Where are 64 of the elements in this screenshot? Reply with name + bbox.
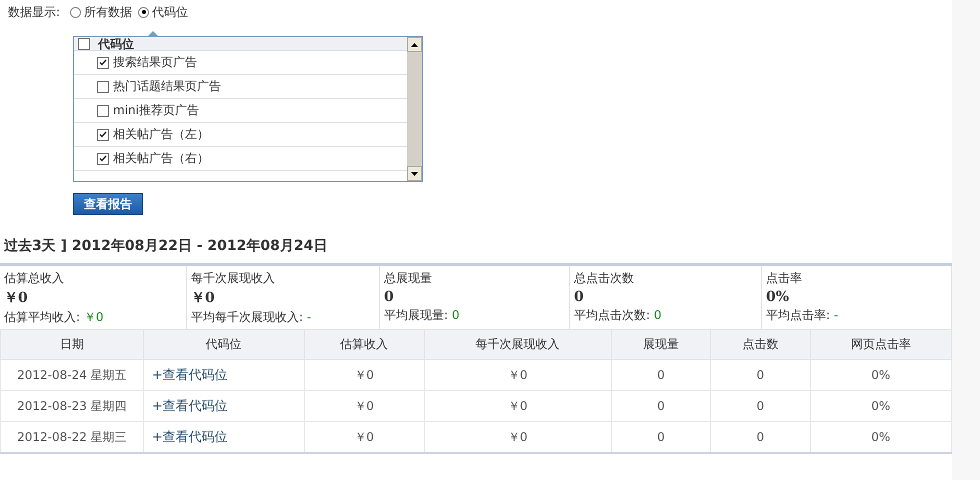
column-header: 估算收入 bbox=[304, 330, 424, 360]
radio-icon[interactable] bbox=[138, 6, 150, 18]
average-label: 平均点击率: bbox=[766, 308, 830, 322]
metric-value: ￥0 bbox=[191, 289, 216, 307]
checkbox[interactable] bbox=[97, 80, 109, 92]
metric-value: 0 bbox=[574, 289, 585, 305]
item-label: 搜索结果页广告 bbox=[113, 54, 197, 71]
radio-option[interactable]: 所有数据 bbox=[70, 4, 132, 20]
column-header: 每千次展现收入 bbox=[424, 330, 612, 360]
average-value: - bbox=[834, 308, 838, 322]
column-header: 日期 bbox=[0, 330, 144, 360]
scroll-down-icon[interactable] bbox=[411, 172, 418, 176]
column-header: 代码位 bbox=[143, 330, 304, 360]
item-label: 热门话题结果页广告 bbox=[113, 78, 221, 95]
table-cell: 0 bbox=[611, 360, 711, 390]
average-label: 平均点击次数: bbox=[574, 308, 650, 322]
table-cell: 0 bbox=[710, 390, 810, 422]
table-cell: ￥0 bbox=[424, 390, 612, 422]
period-title: 过去3天 ] 2012年08月22日 - 2012年08月24日 bbox=[4, 237, 328, 256]
checkbox[interactable] bbox=[97, 104, 109, 116]
average-label: 平均每千次展现收入: bbox=[191, 310, 304, 324]
item-label: mini推荐页广告 bbox=[113, 102, 199, 119]
group-label: 代码位 bbox=[98, 38, 134, 50]
column-header: 点击数 bbox=[710, 330, 810, 360]
view-report-button[interactable]: 查看报告 bbox=[73, 193, 143, 215]
metric-value: 0 bbox=[384, 289, 395, 305]
table-cell: 2012-08-24 星期五 bbox=[0, 360, 144, 390]
item-label: 相关帖广告（左） bbox=[113, 126, 209, 143]
metric-label: 点击率 bbox=[766, 270, 803, 287]
table-cell: 2012-08-22 星期三 bbox=[0, 422, 144, 453]
radio-option[interactable]: 代码位 bbox=[138, 4, 188, 20]
table-cell: 0% bbox=[810, 360, 952, 390]
average-value: ￥0 bbox=[84, 310, 104, 324]
radio-icon[interactable] bbox=[70, 6, 82, 18]
average-value: 0 bbox=[654, 308, 662, 322]
metric-value: ￥0 bbox=[4, 289, 29, 307]
item-label: 相关帖广告（右） bbox=[113, 150, 209, 167]
metric-value: 0% bbox=[766, 289, 790, 305]
radio-label: 代码位 bbox=[152, 4, 188, 20]
column-header: 网页点击率 bbox=[810, 330, 952, 360]
metric-label: 总点击次数 bbox=[574, 270, 635, 287]
checkbox[interactable] bbox=[97, 56, 109, 68]
metric-label: 估算总收入 bbox=[4, 270, 65, 287]
average-label: 估算平均收入: bbox=[4, 310, 80, 324]
average-value: - bbox=[306, 310, 312, 324]
checkbox[interactable] bbox=[97, 128, 109, 140]
scroll-up-icon[interactable] bbox=[411, 42, 418, 46]
table-cell: ￥0 bbox=[304, 390, 424, 422]
table-cell: 0 bbox=[611, 390, 711, 422]
metric-label: 每千次展现收入 bbox=[191, 270, 276, 287]
radio-label: 所有数据 bbox=[84, 4, 132, 20]
checkbox[interactable] bbox=[97, 152, 109, 164]
table-cell: 0% bbox=[810, 390, 952, 422]
table-cell: 2012-08-23 星期四 bbox=[0, 390, 144, 422]
checkbox[interactable] bbox=[78, 38, 90, 50]
average-value: 0 bbox=[452, 308, 460, 322]
filter-label: 数据显示: bbox=[8, 4, 60, 20]
average-label: 平均展现量: bbox=[384, 308, 448, 322]
table-cell: 0 bbox=[710, 360, 810, 390]
scrollbar[interactable] bbox=[407, 37, 422, 181]
metric-label: 总展现量 bbox=[384, 270, 433, 287]
table-cell: ￥0 bbox=[304, 360, 424, 390]
table-cell: ￥0 bbox=[424, 360, 612, 390]
column-header: 展现量 bbox=[611, 330, 711, 360]
